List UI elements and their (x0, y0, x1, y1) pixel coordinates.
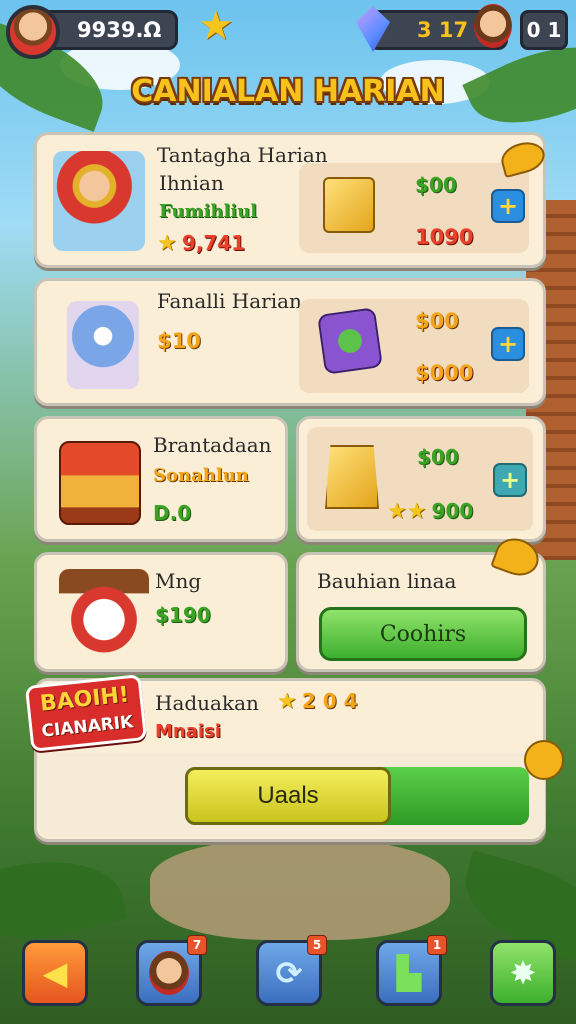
card2-value: $10 (157, 329, 201, 353)
refresh-button[interactable]: ⟳ 5 (256, 935, 327, 1006)
back-icon: ◀ (42, 954, 68, 992)
settings-icon: ✸ (509, 954, 537, 992)
card7-subtitle: Mnaisi (155, 721, 221, 742)
daily-task-card-4[interactable]: $00 ★★ 900 + (296, 416, 546, 542)
card1-title: Tantagha Harian (157, 143, 328, 167)
card1-title-line2: Ihnian (159, 171, 224, 195)
daily-task-card-3[interactable]: Brantadaan Sonahlun D.0 (34, 416, 288, 542)
cowboy-ghost-icon (59, 569, 149, 661)
boot-button[interactable]: ▙ 1 (376, 935, 447, 1006)
reward-sticker: BAOIH! CIANARIK (24, 674, 148, 752)
card7-score: ★ 2 0 4 (277, 689, 358, 714)
daily-task-card-5[interactable]: Mng $190 (34, 552, 288, 672)
card3-subtitle: Sonahlun (153, 465, 249, 486)
card2-add-button[interactable]: + (491, 327, 525, 361)
settings-button[interactable]: ✸ (490, 940, 556, 1006)
mini-avatar-icon (474, 4, 512, 48)
gem-value: 3 17 (417, 18, 469, 42)
boot-icon: ▙ (396, 954, 422, 992)
energy-button[interactable]: 0 1 (520, 10, 568, 50)
treasure-chest-icon (59, 441, 141, 525)
card4-score: ★★ 900 (387, 499, 473, 524)
card5-value: $190 (155, 603, 211, 627)
card7-claim-button[interactable]: Uaals (185, 767, 391, 825)
gold-bar-icon (325, 445, 379, 509)
star-icon: ★★ (387, 499, 427, 524)
star-icon: ★ (198, 3, 234, 49)
cat-character-icon (67, 301, 139, 389)
card6-collect-button[interactable]: Coohirs (319, 607, 527, 661)
hero-character-icon (53, 151, 145, 251)
card4-price: $00 (417, 445, 459, 469)
card2-price: $00 (415, 309, 459, 333)
page-title: CANIALAN HARIAN (131, 74, 445, 109)
card1-score-value: 9,741 (181, 231, 246, 255)
card6-title: Bauhian linaa (317, 569, 457, 593)
stone-path (150, 840, 450, 940)
card1-add-button[interactable]: + (491, 189, 525, 223)
card4-score-value: 900 (431, 499, 474, 523)
card7-score-value: 2 0 4 (301, 689, 358, 713)
star-icon: ★ (157, 231, 177, 256)
card2-title: Fanalli Harian (157, 289, 302, 313)
star-icon: ★ (277, 689, 297, 714)
daily-task-card-6[interactable]: Bauhian linaa Coohirs (296, 532, 546, 672)
card1-cost: 1090 (415, 225, 474, 249)
gold-block-icon (323, 177, 375, 233)
cash-bundle-icon (317, 307, 383, 375)
card1-subtitle: Fumihliul (159, 201, 258, 222)
card3-title: Brantadaan (153, 433, 272, 457)
profile-icon (149, 951, 189, 995)
profile-badge: 7 (187, 935, 207, 955)
daily-task-card-1[interactable]: Tantagha Harian Ihnian Fumihliul ★ 9,741… (34, 132, 549, 268)
profile-button[interactable]: 7 (136, 935, 207, 1006)
player-avatar[interactable] (6, 5, 60, 59)
refresh-badge: 5 (307, 935, 327, 955)
coin-horn-icon (524, 740, 564, 780)
card2-cost: $000 (415, 361, 474, 385)
card4-add-button[interactable]: + (493, 463, 527, 497)
card3-value: D.0 (153, 501, 192, 525)
card1-score: ★ 9,741 (157, 231, 245, 256)
boot-badge: 1 (427, 935, 447, 955)
card5-title: Mng (155, 569, 202, 593)
back-button[interactable]: ◀ (22, 940, 88, 1006)
daily-task-card-2[interactable]: Fanalli Harian $10 $00 $000 + (34, 278, 546, 406)
energy-value: 0 1 (526, 18, 562, 42)
coin-horn-icon (497, 137, 549, 179)
coin-value: 9939.Ω (77, 18, 162, 42)
refresh-icon: ⟳ (275, 954, 303, 992)
card7-title: Haduakan (155, 691, 259, 715)
card1-price: $00 (415, 173, 457, 197)
